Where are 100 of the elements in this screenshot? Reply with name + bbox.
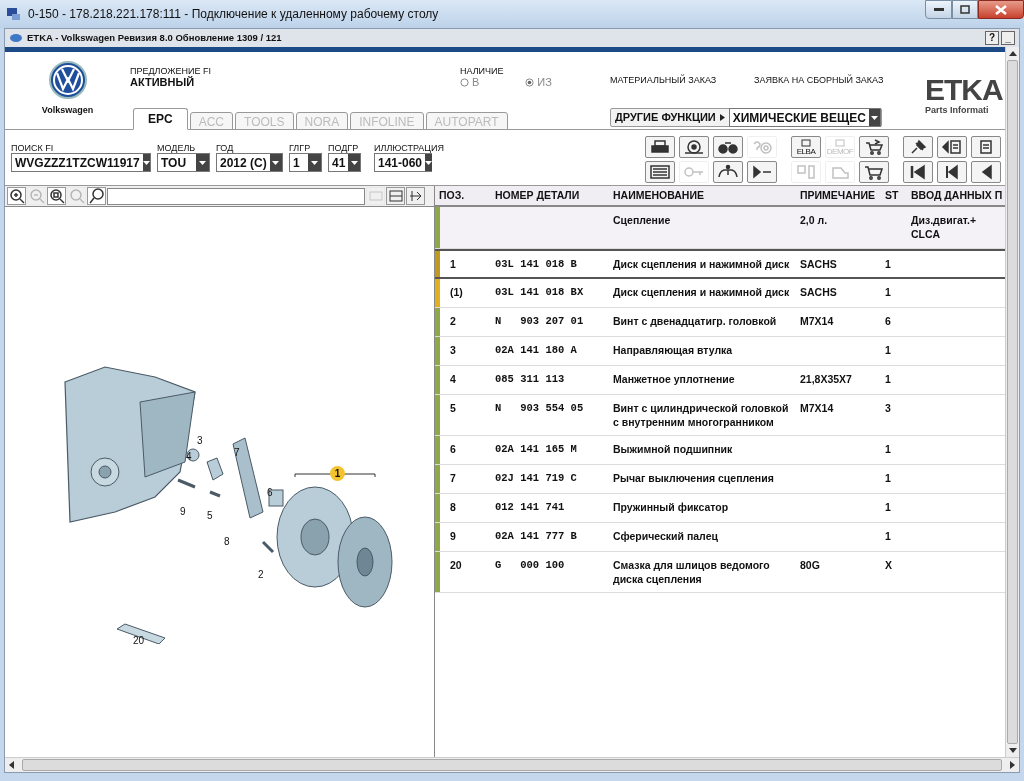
toolbar-button[interactable] — [679, 136, 709, 158]
toolbar-button[interactable] — [903, 161, 933, 183]
filter-label: ГОД — [216, 143, 235, 153]
table-cell: 21,8X35X7 — [800, 373, 852, 385]
table-row[interactable]: 3 02A 141 180 A Направляющая втулка 1 — [435, 337, 1005, 366]
dropdown[interactable]: 41 — [328, 153, 361, 172]
dropdown[interactable]: WVGZZZ1TZCW11917 — [11, 153, 151, 172]
help-button[interactable]: ? — [985, 31, 999, 45]
column-header[interactable]: НАИМЕНОВАНИЕ — [613, 187, 800, 204]
table-row[interactable]: 4 085 311 113 Манжетное уплотнение 21,8X35X7 1 — [435, 366, 1005, 395]
dropdown[interactable]: 1 — [289, 153, 322, 172]
tab[interactable]: EPC — [133, 108, 188, 130]
minimize-button[interactable] — [925, 0, 952, 19]
callout-number[interactable]: 2 — [258, 570, 264, 580]
minimize-button[interactable]: _ — [1001, 31, 1015, 45]
table-row[interactable]: (1) 03L 141 018 BX Диск сцепления и нажимной диск SACHS 1 — [435, 279, 1005, 308]
table-cell: Направляющая втулка — [613, 344, 733, 356]
column-header[interactable]: ПОЗ. — [435, 187, 495, 204]
image-tool-button[interactable] — [7, 187, 26, 205]
radio-option[interactable]: ИЗ — [525, 76, 552, 88]
scrollbar-thumb[interactable] — [22, 759, 1002, 771]
toolbar-button[interactable] — [713, 161, 743, 183]
table-cell: 02A 141 165 M — [495, 443, 577, 455]
table-row[interactable]: 6 02A 141 165 M Выжимной подшипник 1 — [435, 436, 1005, 465]
table-cell: 20 — [450, 559, 462, 571]
vertical-scrollbar[interactable] — [1005, 47, 1019, 757]
callout-badge[interactable]: 1 — [330, 466, 345, 481]
logo-subtitle: Parts Informati — [925, 104, 989, 117]
dropdown[interactable]: 2012 (C) — [216, 153, 283, 172]
minimize-icon — [933, 8, 944, 11]
toolbar-button[interactable] — [747, 161, 777, 183]
table-row[interactable]: 9 02A 141 777 B Сферический палец 1 — [435, 523, 1005, 552]
table-row[interactable]: 2 N 903 207 01 Винт с двенадцатигр. головкой M7X14 6 — [435, 308, 1005, 337]
other-functions-label: ДРУГИЕ ФУНКЦИИ — [614, 110, 717, 126]
table-row[interactable]: 1 03L 141 018 B Диск сцепления и нажимной диск SACHS 1 — [435, 249, 1005, 279]
callout-number[interactable]: 9 — [180, 507, 186, 517]
table-row[interactable]: 7 02J 141 719 C Рычаг выключения сцепления 1 — [435, 465, 1005, 494]
table-row[interactable]: 5 N 903 554 05 Винт с цилиндрической головкой с внутренним многогранником M7X14 3 — [435, 395, 1005, 436]
close-button[interactable] — [978, 0, 1024, 19]
scrollbar-thumb[interactable] — [1007, 60, 1018, 744]
callout-number[interactable]: 20 — [133, 636, 145, 646]
horizontal-scrollbar[interactable] — [5, 757, 1019, 772]
image-tool-button[interactable] — [386, 187, 405, 205]
toolbar-button[interactable] — [859, 136, 889, 158]
table-row[interactable]: 20 G 000 100 Смазка для шлицов ведомого диска сцепления 80G X — [435, 552, 1005, 593]
toolbar-button[interactable] — [903, 136, 933, 158]
image-tool-button[interactable] — [406, 187, 425, 205]
caret-icon — [719, 114, 725, 121]
monitor-icon — [835, 138, 845, 147]
scroll-right-icon — [1010, 761, 1015, 769]
callout-number[interactable]: 3 — [197, 436, 203, 446]
toolbar-button[interactable] — [937, 161, 967, 183]
table-cell: Диск сцепления и нажимной диск — [613, 258, 790, 270]
table-cell: 6 — [885, 315, 891, 327]
order-link[interactable]: ЗАЯВКА НА СБОРНЫЙ ЗАКАЗ — [754, 75, 884, 85]
table-row[interactable]: 8 012 141 741 Пружинный фиксатор 1 — [435, 494, 1005, 523]
radio-option[interactable]: В — [460, 76, 480, 88]
toolbar-button[interactable] — [645, 136, 675, 158]
table-cell: G 000 100 — [495, 559, 565, 571]
table-cell: X — [885, 559, 892, 571]
column-header[interactable]: НОМЕР ДЕТАЛИ — [495, 187, 613, 204]
dropdown[interactable]: 141-060 — [374, 153, 432, 172]
toolbar-button[interactable] — [937, 136, 967, 158]
table-cell: 6 — [450, 443, 456, 455]
arrow-right-icon — [408, 190, 423, 202]
table-cell: SACHS — [800, 258, 837, 270]
dropdown[interactable]: TOU — [157, 153, 210, 172]
toolbar-button[interactable] — [971, 161, 1001, 183]
brand-name: Volkswagen — [41, 104, 94, 117]
table-cell: 1 — [885, 258, 891, 270]
image-tool-button[interactable] — [87, 187, 106, 205]
maximize-button[interactable] — [952, 0, 978, 19]
table-cell: M7X14 — [800, 315, 834, 327]
table-cell: N 903 207 01 — [495, 315, 584, 327]
column-header[interactable]: ST — [885, 187, 911, 204]
table-cell: 9 — [450, 530, 456, 542]
table-cell: (1) — [450, 286, 463, 298]
filter-label: ПОДГР — [328, 143, 360, 153]
image-tool-button[interactable] — [47, 187, 66, 205]
input-field[interactable] — [107, 187, 365, 205]
callout-number[interactable]: 5 — [207, 511, 213, 521]
dropdown[interactable]: ХИМИЧЕСКИЕ ВЕЩЕС — [728, 108, 881, 127]
toolbar-button[interactable]: ELBA — [791, 136, 821, 158]
table-row[interactable]: Сцепление 2,0 л. Диз.двигат.+ CLCA — [435, 207, 1005, 249]
toolbar-button[interactable] — [713, 136, 743, 158]
toolbar-button[interactable] — [645, 161, 675, 183]
callout-number[interactable]: 7 — [234, 448, 240, 458]
callout-number[interactable]: 8 — [224, 537, 230, 547]
toolbar-button[interactable] — [971, 136, 1001, 158]
scroll-down-icon — [1008, 748, 1017, 753]
filter-label: ИЛЛЮСТРАЦИЯ — [374, 143, 445, 153]
radio-icon — [460, 77, 469, 87]
zoom-in-icon — [8, 188, 25, 204]
table-cell: 02J 141 719 C — [495, 472, 577, 484]
table-cell: 1 — [885, 286, 891, 298]
order-link[interactable]: МАТЕРИАЛЬНЫЙ ЗАКАЗ — [610, 75, 717, 85]
toolbar-button[interactable] — [859, 161, 889, 183]
column-header[interactable]: ВВОД ДАННЫХ П — [911, 187, 1005, 204]
car-info-icon — [717, 164, 739, 180]
column-header[interactable]: ПРИМЕЧАНИЕ — [800, 187, 885, 204]
